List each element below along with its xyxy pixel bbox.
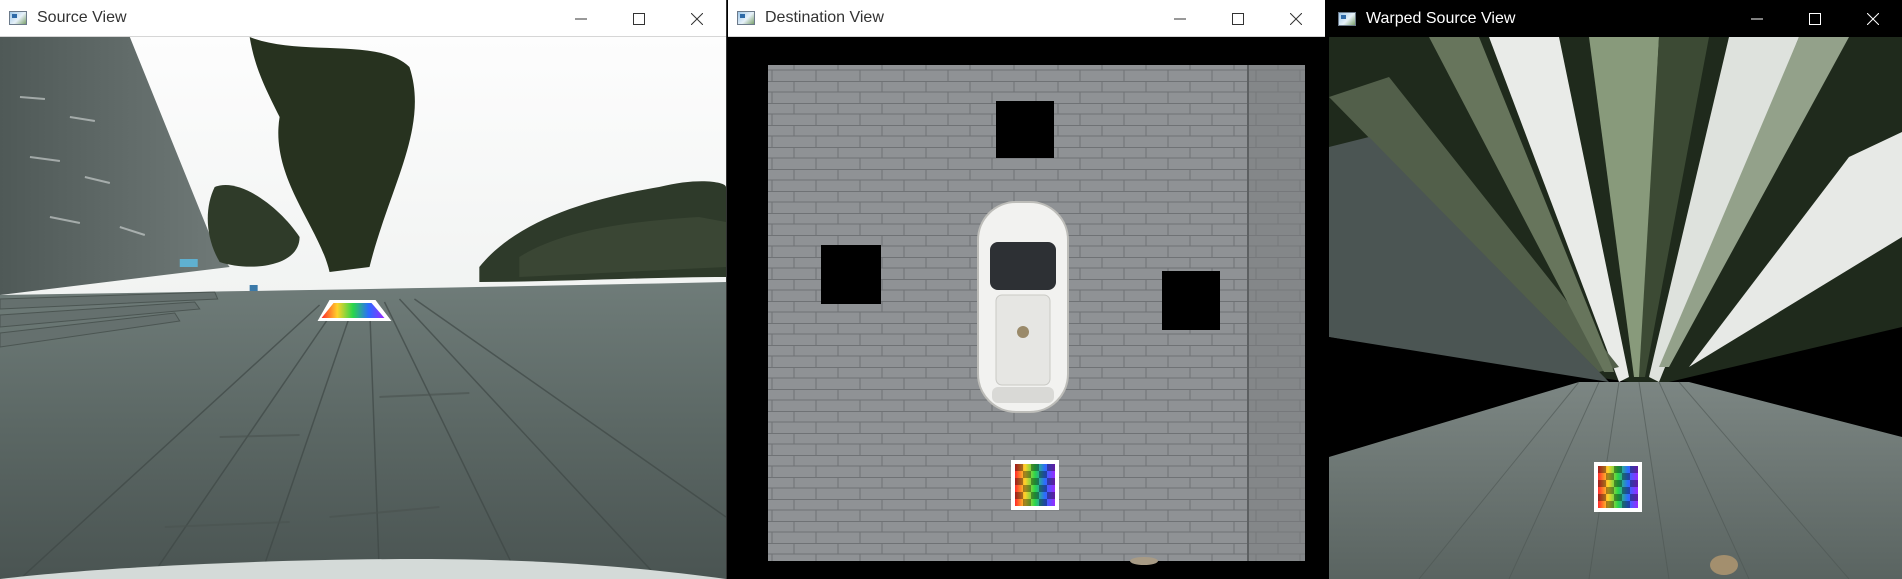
destination-view-image (728, 37, 1325, 579)
maximize-button[interactable] (1786, 0, 1844, 37)
warped-source-view-titlebar[interactable]: Warped Source View (1329, 0, 1902, 37)
maximize-icon (633, 12, 645, 25)
app-icon (9, 11, 27, 25)
minimize-icon (1751, 18, 1763, 19)
window-controls (1728, 0, 1902, 37)
window-title: Warped Source View (1366, 9, 1516, 27)
close-icon (691, 12, 703, 25)
minimize-button[interactable] (1151, 0, 1209, 37)
window-controls (1151, 0, 1325, 37)
source-view-image (0, 37, 726, 579)
app-icon (737, 11, 755, 25)
minimize-button[interactable] (552, 0, 610, 37)
minimize-icon (1174, 18, 1186, 19)
maximize-button[interactable] (1209, 0, 1267, 37)
maximize-icon (1809, 12, 1821, 25)
warped-source-view-image (1329, 37, 1902, 579)
destination-view-titlebar[interactable]: Destination View (728, 0, 1325, 37)
destination-view-window: Destination View (728, 0, 1325, 579)
close-icon (1290, 12, 1302, 25)
window-controls (552, 0, 726, 37)
close-icon (1867, 12, 1879, 25)
minimize-icon (575, 18, 587, 19)
warped-source-view-window: Warped Source View (1329, 0, 1902, 579)
maximize-button[interactable] (610, 0, 668, 37)
close-button[interactable] (1267, 0, 1325, 37)
minimize-button[interactable] (1728, 0, 1786, 37)
source-view-titlebar[interactable]: Source View (0, 0, 726, 37)
app-icon (1338, 11, 1356, 26)
car-topdown (977, 201, 1069, 413)
window-title: Destination View (765, 9, 884, 26)
maximize-icon (1232, 12, 1244, 25)
window-title: Source View (37, 9, 127, 26)
source-view-window: Source View (0, 0, 727, 579)
close-button[interactable] (1844, 0, 1902, 37)
close-button[interactable] (668, 0, 726, 37)
